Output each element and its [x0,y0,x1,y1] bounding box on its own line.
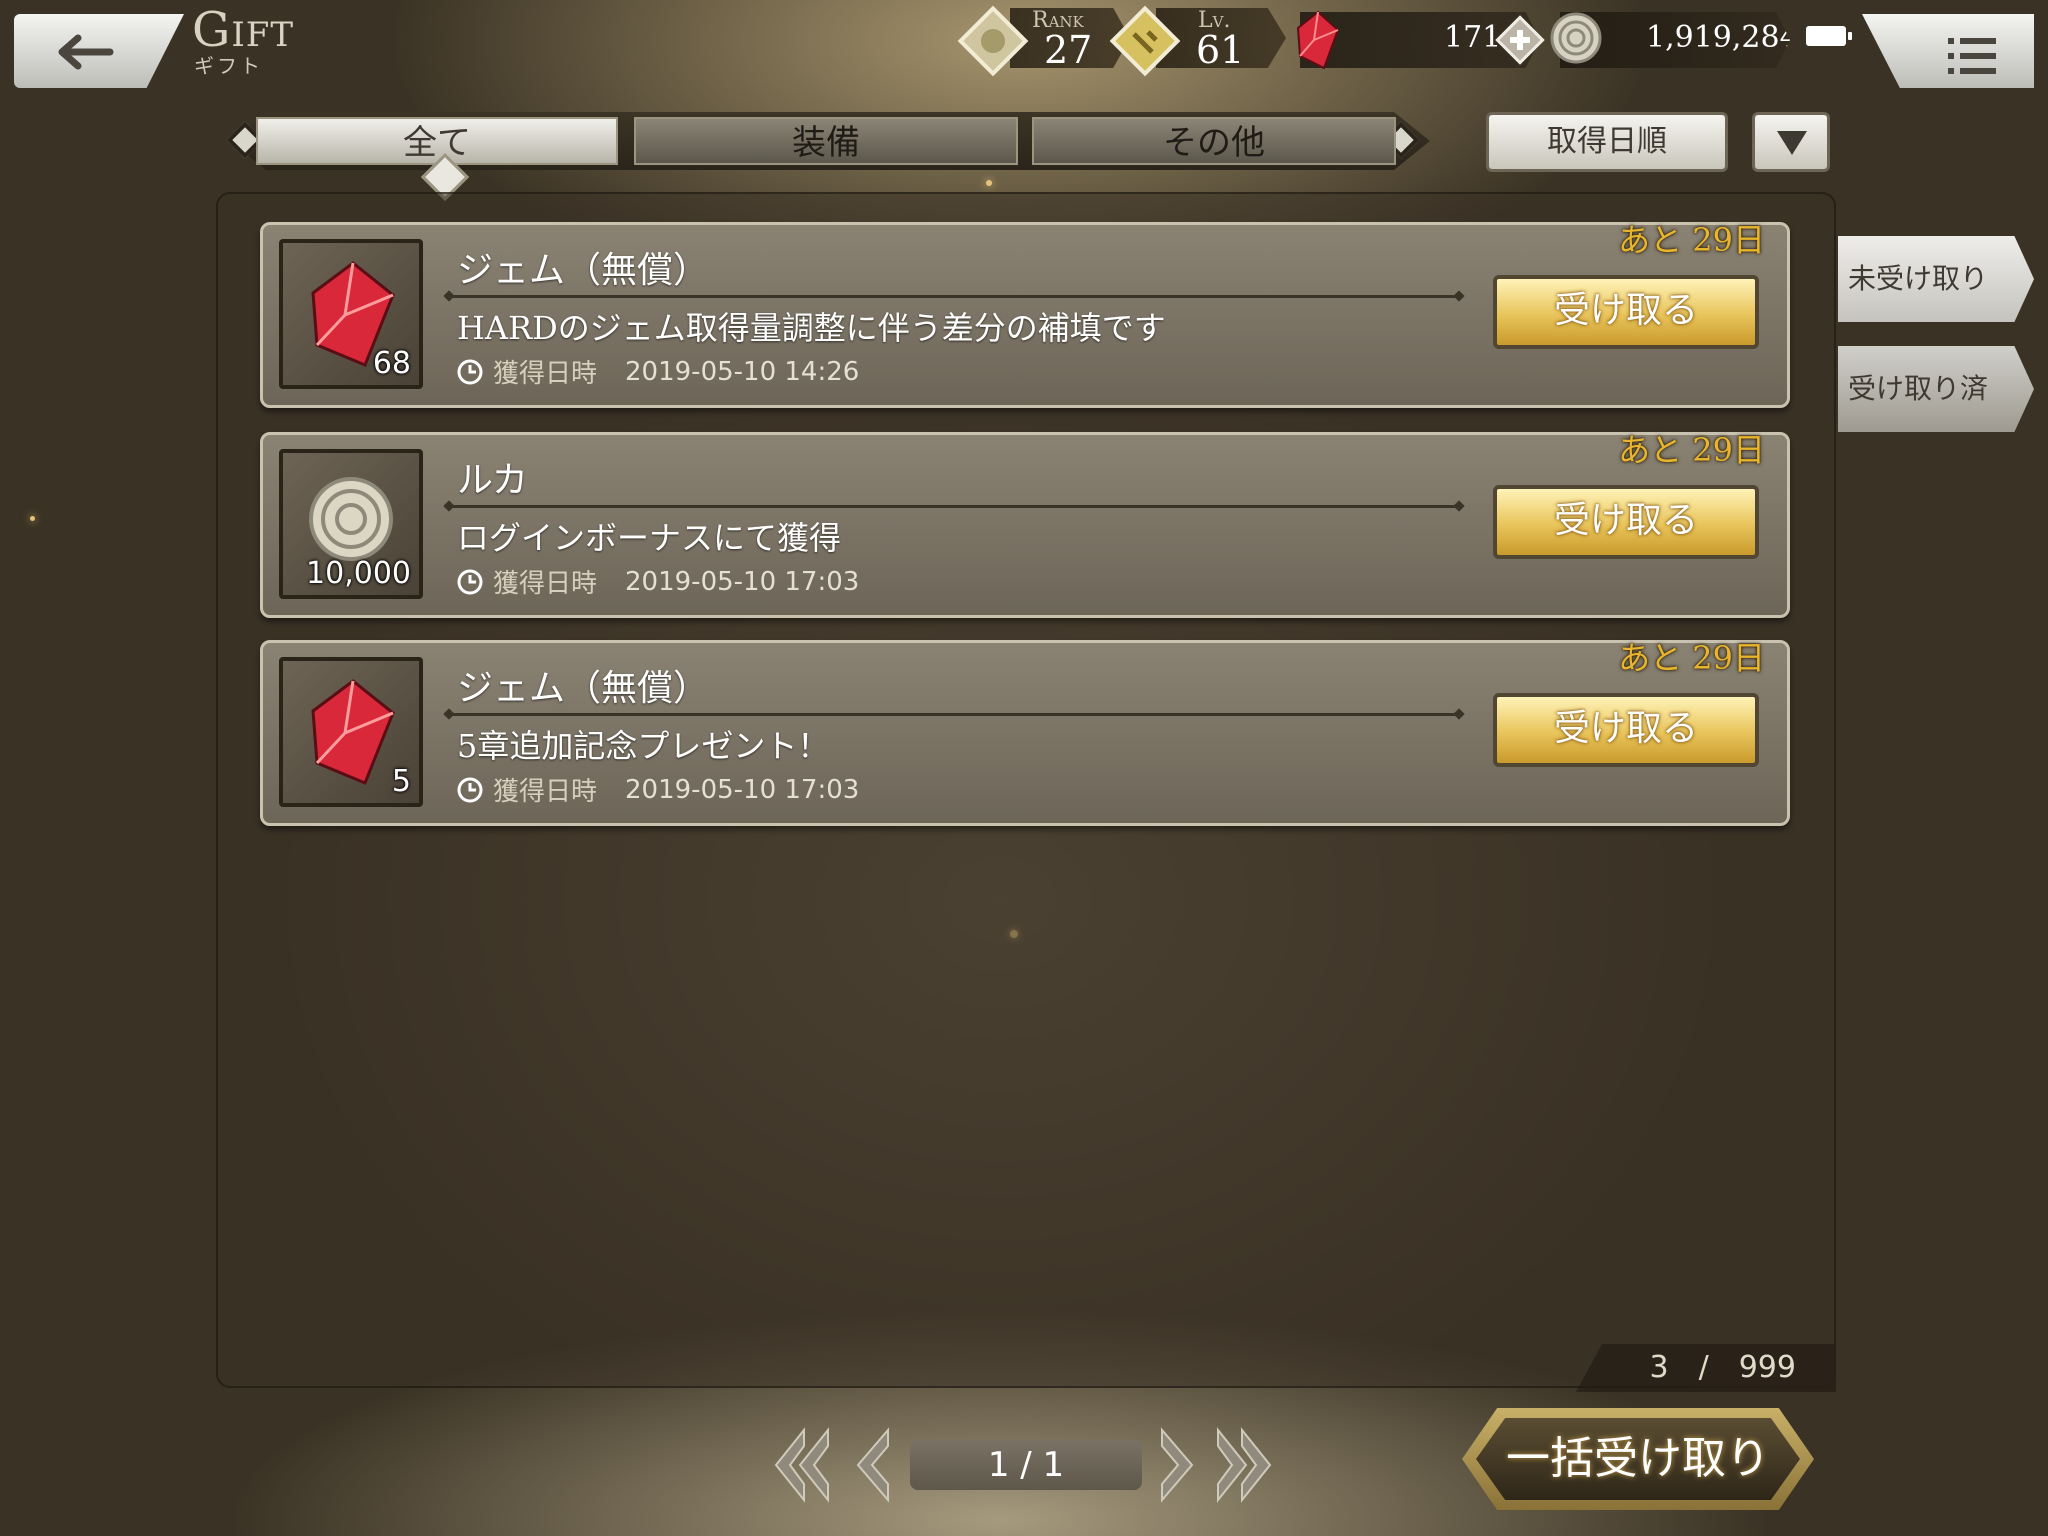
divider [449,295,1459,298]
gift-count: 3 / 999 [1576,1344,1836,1392]
gift-description: 5章追加記念プレゼント！ [457,727,830,765]
gift-quantity: 10,000 [306,556,411,591]
back-button[interactable] [14,14,184,88]
clock-icon [457,569,483,594]
sort-button[interactable]: 取得日順 [1486,112,1728,172]
gift-description: HARDのジェム取得量調整に伴う差分の補填です [457,309,1166,347]
date-label: 獲得日時 [493,569,598,599]
divider [449,713,1459,716]
filter-claimed-tab[interactable]: 受け取り済 [1838,346,2034,432]
tab-other[interactable]: その他 [1032,117,1396,165]
clock-icon [457,359,483,384]
previous-page-icon[interactable] [850,1424,894,1506]
gift-thumbnail: 5 [279,657,423,807]
sort-order-button[interactable] [1752,112,1830,172]
level-value: 61 [1196,28,1245,72]
coin-count-value: 1,919,284 [1646,20,1799,55]
expiry-label: あと 29日 [1618,431,1765,469]
menu-icon [1948,38,1996,74]
date-value: 2019-05-10 17:03 [625,566,860,597]
gift-title: ジェム（無償） [457,250,710,291]
first-page-icon[interactable] [770,1424,832,1506]
gift-thumbnail: 10,000 [279,449,423,599]
divider [449,505,1459,508]
next-page-icon[interactable] [1156,1424,1200,1506]
gem-icon [1296,10,1340,70]
add-gems-icon[interactable] [1494,14,1546,66]
date-label: 獲得日時 [493,359,598,389]
rank-emblem-icon [957,5,1029,77]
claim-button[interactable]: 受け取る [1493,275,1759,349]
expiry-label: あと 29日 [1618,639,1765,677]
gift-description: ログインボーナスにて獲得 [457,519,842,557]
battery-icon [1806,26,1852,46]
date-value: 2019-05-10 14:26 [625,356,860,387]
gem-icon [311,679,395,785]
coin-icon [309,477,393,561]
last-page-icon[interactable] [1214,1424,1276,1506]
gift-title: ジェム（無償） [457,668,710,709]
tab-all[interactable]: 全て [256,117,618,165]
sparkle [30,516,35,521]
gift-date-row: 獲得日時 2019-05-10 14:26 [457,353,859,390]
gift-card: 68 ジェム（無償） HARDのジェム取得量調整に伴う差分の補填です 獲得日時 … [260,221,1790,408]
menu-button[interactable] [1862,14,2034,88]
gift-date-row: 獲得日時 2019-05-10 17:03 [457,563,859,600]
expiry-label: あと 29日 [1618,221,1765,259]
gift-quantity: 68 [372,346,411,381]
claim-button[interactable]: 受け取る [1493,693,1759,767]
coin-icon [1550,12,1602,64]
date-label: 獲得日時 [493,777,598,807]
rank-value: 27 [1044,28,1093,72]
sparkle [986,180,992,186]
bulk-claim-button[interactable]: 一括受け取り [1476,1418,1800,1500]
gift-card: 10,000 ルカ ログインボーナスにて獲得 獲得日時 2019-05-10 1… [260,431,1790,618]
page-indicator: 1 / 1 [910,1440,1142,1490]
gift-quantity: 5 [391,764,411,799]
claim-button[interactable]: 受け取る [1493,485,1759,559]
arrow-left-icon [58,34,114,70]
gift-title: ルカ [457,460,528,501]
tab-equipment[interactable]: 装備 [634,117,1018,165]
filter-unclaimed-tab[interactable]: 未受け取り [1838,236,2034,322]
page-subtitle: ギフト [194,54,263,78]
level-emblem-icon [1109,5,1181,77]
clock-icon [457,777,483,802]
triangle-down-icon [1777,131,1807,155]
gift-card: 5 ジェム（無償） 5章追加記念プレゼント！ 獲得日時 2019-05-10 1… [260,639,1790,826]
gift-date-row: 獲得日時 2019-05-10 17:03 [457,771,859,808]
gift-thumbnail: 68 [279,239,423,389]
date-value: 2019-05-10 17:03 [625,774,860,805]
gem-count-value: 171 [1444,20,1502,55]
